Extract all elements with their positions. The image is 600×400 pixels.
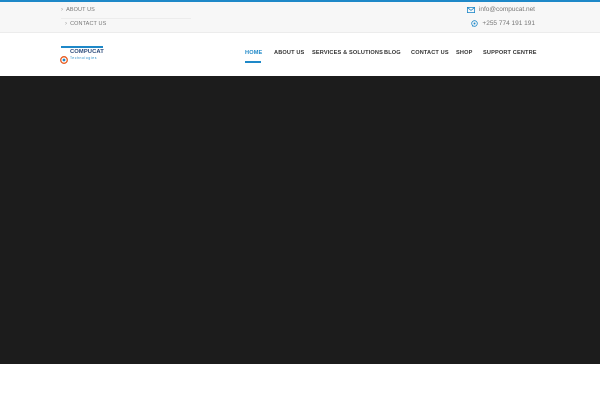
top-bar: › ABOUT US › CONTACT US info@compucat.ne… xyxy=(0,2,600,33)
topbar-link-contact-label: CONTACT US xyxy=(70,21,107,27)
topbar-link-contact[interactable]: › CONTACT US xyxy=(65,21,106,27)
nav-active-indicator xyxy=(245,61,261,63)
nav-item-shop[interactable]: SHOP xyxy=(456,50,472,56)
envelope-icon xyxy=(466,6,475,13)
contact-phone-text: +255 774 191 191 xyxy=(482,20,535,27)
whatsapp-icon xyxy=(471,20,479,27)
nav-item-home[interactable]: HOME xyxy=(245,50,262,56)
nav-item-blog[interactable]: BLOG xyxy=(384,50,401,56)
hero-banner xyxy=(0,76,600,364)
nav-item-about-us[interactable]: ABOUT US xyxy=(274,50,304,56)
logo-mark-icon xyxy=(60,51,68,64)
logo-accent-bar xyxy=(61,46,103,48)
logo[interactable]: COMPUCAT Technologies xyxy=(60,46,106,64)
topbar-link-about[interactable]: › ABOUT US xyxy=(61,7,95,13)
nav-item-services-solutions[interactable]: SERVICES & SOLUTIONS xyxy=(312,50,383,56)
contact-email-text: info@compucat.net xyxy=(478,6,535,13)
logo-name: COMPUCAT xyxy=(70,49,104,55)
topbar-divider xyxy=(61,18,191,19)
contact-email-link[interactable]: info@compucat.net xyxy=(466,6,535,13)
page-bottom xyxy=(0,364,600,400)
chevron-right-icon: › xyxy=(61,7,64,13)
site-header: COMPUCAT Technologies HOME ABOUT US SERV… xyxy=(0,34,600,76)
logo-tagline: Technologies xyxy=(70,56,97,60)
topbar-link-about-label: ABOUT US xyxy=(66,7,95,13)
contact-phone-link[interactable]: +255 774 191 191 xyxy=(471,20,535,27)
nav-item-contact-us[interactable]: CONTACT US xyxy=(411,50,449,56)
nav-item-support-centre[interactable]: SUPPORT CENTRE xyxy=(483,50,537,56)
chevron-right-icon: › xyxy=(65,21,68,27)
